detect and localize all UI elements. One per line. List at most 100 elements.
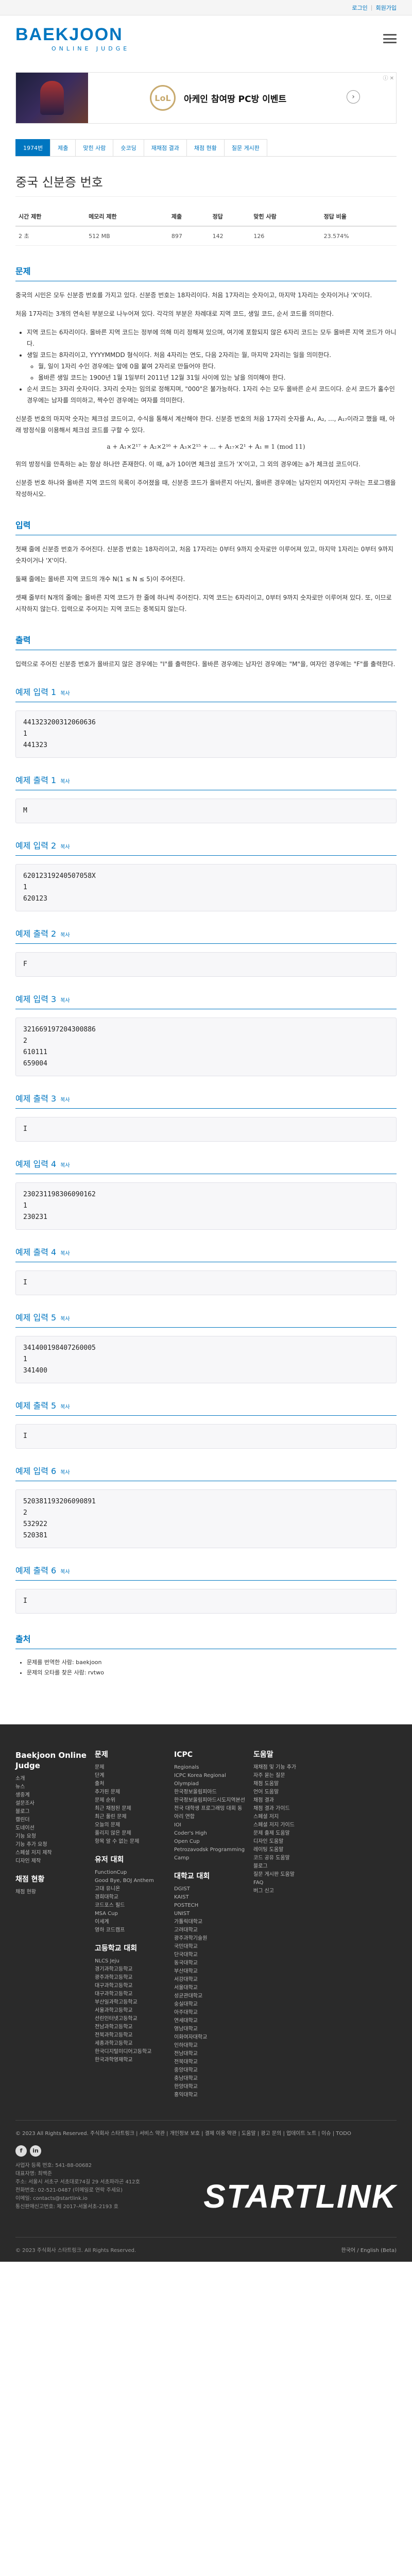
footer-link[interactable]: 풀리지 않은 문제 — [95, 1829, 167, 1838]
menu-icon[interactable] — [383, 34, 397, 43]
sample-input-box[interactable]: 62012319240507058X 1 620123 — [15, 864, 397, 911]
footer-link[interactable]: 대구과학고등학교 — [95, 1990, 167, 1998]
copy-button[interactable]: 복사 — [60, 1314, 70, 1322]
footer-link[interactable]: POSTECH — [174, 1902, 246, 1910]
footer-link[interactable]: 오늘의 문제 — [95, 1821, 167, 1829]
footer-link[interactable]: 전남대학교 — [174, 2050, 246, 2058]
ad-banner[interactable]: LoL 아케인 참여땅 PC방 이벤트 › ⓘ ✕ — [15, 72, 397, 124]
footer-link[interactable]: 스페셜 저지 — [253, 1813, 325, 1821]
footer-link[interactable]: 단국대학교 — [174, 1951, 246, 1959]
footer-link[interactable]: UNIST — [174, 1910, 246, 1918]
footer-link[interactable]: FAQ — [253, 1879, 325, 1887]
footer-link[interactable]: Good Bye, BOJ Anthem — [95, 1877, 167, 1885]
footer-link[interactable]: 출처 — [95, 1780, 167, 1788]
footer-link[interactable]: Coder's High — [174, 1829, 246, 1838]
footer-link[interactable]: 경기과학고등학교 — [95, 1965, 167, 1974]
footer-link[interactable]: 광주과학기술원 — [174, 1935, 246, 1943]
footer-link[interactable]: 대구과학고등학교 — [95, 1982, 167, 1990]
footer-link[interactable]: 고려대학교 — [174, 1926, 246, 1935]
footer-link[interactable]: 블로그 — [253, 1862, 325, 1871]
footer-link[interactable]: 전국 대학생 프로그래밍 대회 동아리 연합 — [174, 1805, 246, 1821]
footer-link[interactable]: 동국대학교 — [174, 1959, 246, 1968]
tab-rejudge[interactable]: 재채점 결과 — [143, 139, 187, 156]
footer-link[interactable]: 디자인 도움말 — [253, 1838, 325, 1846]
footer-link[interactable]: Open Cup — [174, 1838, 246, 1846]
sample-output-box[interactable]: I — [15, 1424, 397, 1449]
footer-link[interactable]: 부산대학교 — [174, 1968, 246, 1976]
footer-link[interactable]: 성균관대학교 — [174, 1992, 246, 2001]
footer-link[interactable]: 채점 결과 가이드 — [253, 1805, 325, 1813]
footer-link[interactable]: 디자인 제작 — [15, 1857, 88, 1866]
ad-close-icon[interactable]: ⓘ ✕ — [383, 74, 394, 81]
footer-link[interactable]: 고대 유니온 — [95, 1885, 167, 1893]
footer-link[interactable]: 소개 — [15, 1775, 88, 1783]
footer-link[interactable]: ICPC Korea Regional — [174, 1772, 246, 1780]
linkedin-icon[interactable]: in — [30, 2145, 41, 2157]
footer-link[interactable]: 국민대학교 — [174, 1943, 246, 1951]
footer-link[interactable]: 재채점 및 기능 추가 — [253, 1764, 325, 1772]
language-switch[interactable]: 한국어 / English (Beta) — [341, 2246, 397, 2253]
footer-link[interactable]: 연세대학교 — [174, 2017, 246, 2025]
footer-link[interactable]: 생중계 — [15, 1791, 88, 1800]
copy-button[interactable]: 복사 — [60, 1161, 70, 1168]
footer-link[interactable]: 코드포스 필드 — [95, 1902, 167, 1910]
footer-link[interactable]: KAIST — [174, 1893, 246, 1902]
copy-button[interactable]: 복사 — [60, 930, 70, 938]
footer-link[interactable]: IOI — [174, 1821, 246, 1829]
copy-button[interactable]: 복사 — [60, 777, 70, 785]
footer-link[interactable]: 한국과학영재학교 — [95, 2056, 167, 2064]
footer-link[interactable]: 한양대학교 — [174, 2083, 246, 2091]
footer-policy-links[interactable]: © 2023 All Rights Reserved. 주식회사 스타트링크 |… — [15, 2130, 397, 2138]
footer-link[interactable]: 전북대학교 — [174, 2058, 246, 2066]
footer-link[interactable]: 항목 알 수 없는 문제 — [95, 1838, 167, 1846]
footer-link[interactable]: 버그 신고 — [253, 1887, 325, 1895]
footer-link[interactable]: Regionals — [174, 1764, 246, 1772]
footer-link[interactable]: 숭실대학교 — [174, 2001, 246, 2009]
footer-link[interactable]: 설문조사 — [15, 1800, 88, 1808]
footer-link[interactable]: 경희대학교 — [95, 1893, 167, 1902]
sample-output-box[interactable]: F — [15, 952, 397, 977]
footer-link[interactable]: Olympiad — [174, 1780, 246, 1788]
tab-status[interactable]: 채점 현황 — [186, 139, 225, 156]
footer-link[interactable]: MSA Cup — [95, 1910, 167, 1918]
sample-output-box[interactable]: I — [15, 1589, 397, 1614]
footer-link[interactable]: 최근 풀린 문제 — [95, 1813, 167, 1821]
footer-link[interactable]: 충남대학교 — [174, 2075, 246, 2083]
footer-link[interactable]: 기능 요청 — [15, 1833, 88, 1841]
ad-arrow-icon[interactable]: › — [347, 90, 360, 104]
footer-link[interactable]: 자주 묻는 질문 — [253, 1772, 325, 1780]
tab-problem[interactable]: 1974번 — [15, 139, 51, 156]
copy-button[interactable]: 복사 — [60, 1249, 70, 1257]
copy-button[interactable]: 복사 — [60, 1567, 70, 1575]
footer-link[interactable]: 세종과학고등학교 — [95, 2040, 167, 2048]
footer-link[interactable]: 언어 도움말 — [253, 1788, 325, 1797]
footer-link[interactable]: 가톨릭대학교 — [174, 1918, 246, 1926]
login-link[interactable]: 로그인 — [352, 4, 367, 12]
footer-link[interactable]: 한국디지털미디어고등학교 — [95, 2048, 167, 2056]
footer-link[interactable]: 영하 코드캠프 — [95, 1926, 167, 1935]
footer-link[interactable]: 문제 출제 도움말 — [253, 1829, 325, 1838]
sample-input-box[interactable]: 230231198306090162 1 230231 — [15, 1182, 397, 1230]
footer-link[interactable]: 인하대학교 — [174, 2042, 246, 2050]
footer-link[interactable]: 광주과학고등학교 — [95, 1974, 167, 1982]
footer-link[interactable]: 아주대학교 — [174, 2009, 246, 2017]
sample-input-box[interactable]: 341400198407260005 1 341400 — [15, 1336, 397, 1383]
footer-link[interactable]: 뉴스 — [15, 1783, 88, 1791]
sample-input-box[interactable]: 441323200312060636 1 441323 — [15, 710, 397, 758]
footer-link[interactable]: 블로그 — [15, 1808, 88, 1816]
copy-button[interactable]: 복사 — [60, 1402, 70, 1410]
site-logo[interactable]: BAEKJOON ONLINE JUDGE — [15, 26, 130, 52]
footer-link[interactable]: 채점 결과 — [253, 1797, 325, 1805]
footer-link[interactable]: 도네이션 — [15, 1824, 88, 1833]
sample-output-box[interactable]: M — [15, 799, 397, 823]
footer-link[interactable]: 서강대학교 — [174, 1976, 246, 1984]
footer-link[interactable]: 전북과학고등학교 — [95, 2031, 167, 2040]
footer-link[interactable]: 중앙대학교 — [174, 2066, 246, 2075]
copy-button[interactable]: 복사 — [60, 689, 70, 697]
tab-solved-users[interactable]: 맞힌 사람 — [75, 139, 114, 156]
copy-button[interactable]: 복사 — [60, 1468, 70, 1476]
footer-link[interactable]: 한국정보올림피아드시도지역본선 — [174, 1797, 246, 1805]
sample-output-box[interactable]: I — [15, 1117, 397, 1142]
facebook-icon[interactable]: f — [15, 2145, 27, 2157]
copy-button[interactable]: 복사 — [60, 842, 70, 850]
